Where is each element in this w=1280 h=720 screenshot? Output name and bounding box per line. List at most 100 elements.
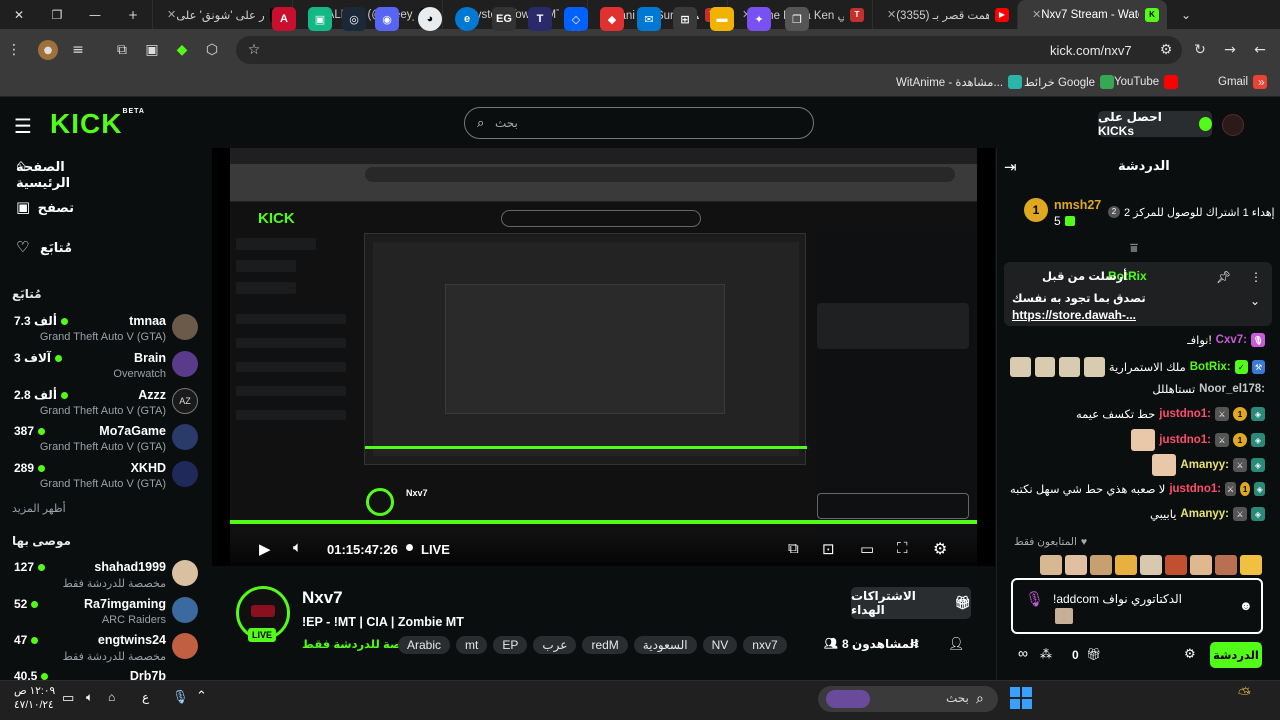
taskbar-search[interactable]: بحث ⌕	[818, 686, 998, 712]
search-input[interactable]: ⌕ بحث	[464, 107, 814, 139]
emote-shop-icon[interactable]: ⁂	[1040, 647, 1052, 661]
battery-icon[interactable]: ▭	[62, 690, 74, 706]
show-more-link[interactable]: أظهر المزيد	[12, 502, 66, 515]
tag[interactable]: عرب	[533, 636, 577, 654]
fullscreen-icon[interactable]: ⛶	[897, 540, 908, 557]
send-chat-button[interactable]: الدردشة	[1210, 642, 1262, 668]
extension-shield-icon[interactable]: ◆	[172, 40, 192, 60]
picture-in-picture-icon[interactable]: ⧉	[788, 540, 799, 557]
pin-icon[interactable]: 📌︎	[1216, 270, 1231, 284]
sidebar-channel[interactable]: 289 XKHD Grand Theft Auto V (GTA)	[12, 458, 198, 494]
emote[interactable]	[1140, 555, 1162, 575]
tab-close-icon[interactable]: ✕	[1032, 8, 1041, 21]
emote[interactable]	[1240, 555, 1262, 575]
sidebar-channel[interactable]: 3 آلاف Brain Overwatch	[12, 348, 198, 384]
expand-chevron-icon[interactable]: ⌄	[1250, 294, 1260, 308]
keyboard-language[interactable]: ع	[142, 690, 149, 704]
steam-icon[interactable]: ◎	[342, 7, 366, 31]
clip-icon[interactable]: ⊡	[822, 540, 835, 558]
theater-mode-icon[interactable]: ▭	[860, 540, 874, 558]
bookmark-witanime[interactable]: WitAnime - مشاهدة...	[896, 75, 1023, 89]
emote[interactable]	[1215, 555, 1237, 575]
sidebar-channel[interactable]: 52 Ra7imgaming ARC Raiders	[12, 594, 198, 630]
tag[interactable]: Arabic	[398, 636, 451, 654]
all-bookmarks-icon[interactable]: »	[1258, 75, 1265, 89]
task-view-icon[interactable]: ❐	[785, 7, 809, 31]
tag[interactable]: redM	[582, 636, 628, 654]
collapse-chat-icon[interactable]: ⇥	[1004, 158, 1017, 176]
tab-search-icon[interactable]: ⌄	[1167, 0, 1205, 29]
sidebar-channel[interactable]: 7.3 ألف tmnaa Grand Theft Auto V (GTA)	[12, 311, 198, 347]
play-pause-icon[interactable]: ▶	[259, 540, 271, 558]
pin-toggle-icon[interactable]: ⩸	[1130, 240, 1138, 256]
microsoft-store-icon[interactable]: ⊞	[673, 7, 697, 31]
minimize-window-icon[interactable]: —	[76, 0, 114, 29]
bookmark-youtube[interactable]: YouTube	[1114, 75, 1179, 89]
tab-close-icon[interactable]: ✕	[167, 8, 176, 21]
site-settings-icon[interactable]: ⚙	[1156, 40, 1176, 60]
nav-following[interactable]: ♡ مُتابَع	[16, 238, 196, 260]
mail-icon[interactable]: ✉	[637, 7, 661, 31]
more-options-icon[interactable]: ⋮	[1250, 270, 1262, 284]
volume-icon[interactable]: 🔈︎	[293, 539, 302, 556]
kick-logo[interactable]: KICKBETA	[50, 108, 145, 140]
network-icon[interactable]: ⌂	[108, 690, 115, 704]
adobe-app-icon[interactable]: A	[272, 7, 296, 31]
chat-input[interactable]: 🎙︎ !addcom الدكتاتوري نواف ☻	[1011, 578, 1263, 634]
discord-icon[interactable]: ◉	[375, 7, 399, 31]
emote[interactable]	[1190, 555, 1212, 575]
edge-icon[interactable]: e	[455, 7, 479, 31]
clock[interactable]: ١٢:٠٩ ص ٤٧/١٠/٢٤	[14, 684, 55, 712]
reload-icon[interactable]: ↻	[1190, 40, 1210, 60]
browser-tab[interactable]: ✕اعتر على 'شونق' على♪	[152, 0, 292, 29]
sidebar-channel[interactable]: 2.8 ألف Azzz Grand Theft Auto V (GTA) AZ	[12, 385, 198, 421]
emote[interactable]	[1065, 555, 1087, 575]
sidebar-channel[interactable]: 47 engtwins24 مخصصة للدردشة فقط	[12, 630, 198, 666]
chat-settings-icon[interactable]: ⚙	[1184, 646, 1196, 662]
microphone-icon[interactable]: 🎙︎	[172, 689, 189, 705]
dropbox-icon[interactable]: ◇	[564, 7, 588, 31]
tag[interactable]: nxv7	[743, 636, 787, 654]
get-kicks-button[interactable]: احصل على KICKs	[1098, 110, 1212, 138]
bookmark-google-maps[interactable]: خرائط Google	[1024, 75, 1115, 89]
sidebar-channel[interactable]: 387 Mo7aGame Grand Theft Auto V (GTA)	[12, 421, 198, 457]
url-text[interactable]: kick.com/nxv7	[1050, 43, 1132, 58]
add-user-icon[interactable]: 👤︎	[948, 636, 965, 652]
sidebar-channel[interactable]: 40.5 Drb7b	[12, 666, 198, 680]
pinned-link[interactable]: https://store.dawah-...	[1012, 308, 1136, 322]
bookmark-star-icon[interactable]: ☆	[244, 40, 264, 60]
extensions-icon[interactable]: ⧉	[112, 40, 132, 60]
show-hidden-icons-chevron[interactable]: ⌃	[196, 688, 207, 704]
browser-tab[interactable]: ✕(3355) داهمت قصر بـ▶	[872, 0, 1017, 29]
tag[interactable]: السعودية	[633, 636, 697, 654]
browser-tab-active[interactable]: ✕Nxv7 Stream - WatchK	[1017, 0, 1167, 29]
close-window-icon[interactable]: ✕	[0, 0, 38, 29]
emote[interactable]	[1115, 555, 1137, 575]
extension-icon[interactable]: ▣	[142, 40, 162, 60]
copilot-icon[interactable]: ✦	[747, 7, 771, 31]
nav-browse[interactable]: ▣ تصفح	[16, 198, 196, 220]
emoji-picker-icon[interactable]: ☻	[1239, 598, 1253, 613]
tag[interactable]: NV	[702, 636, 738, 654]
martyr-subscriptions-button[interactable]: الاشتراكات الهداء 🎁︎	[851, 587, 971, 619]
emote[interactable]	[1090, 555, 1112, 575]
sidebar-channel[interactable]: 127 shahad1999 مخصصة للدردشة فقط	[12, 557, 198, 593]
new-tab-button[interactable]: +	[114, 0, 152, 29]
forward-icon[interactable]: →	[1220, 40, 1240, 60]
streamer-name[interactable]: Nxv7	[302, 588, 343, 608]
app-red-icon[interactable]: ◆	[600, 7, 624, 31]
volume-icon[interactable]: 🔈︎	[86, 690, 93, 705]
extension-adblock-icon[interactable]: ⬡	[202, 40, 222, 60]
tab-close-icon[interactable]: ✕	[887, 8, 896, 21]
epic-games-icon[interactable]: EG	[492, 7, 516, 31]
settings-gear-icon[interactable]: ⚙	[933, 539, 947, 559]
media-control-icon[interactable]: ≡	[68, 40, 88, 60]
back-icon[interactable]: ←	[1250, 40, 1270, 60]
profile-avatar[interactable]: ●	[38, 40, 58, 60]
user-avatar[interactable]	[1222, 114, 1244, 136]
address-bar[interactable]	[236, 36, 1182, 64]
weather-icon[interactable]: ⛅︎	[1238, 686, 1251, 704]
tag[interactable]: EP	[493, 636, 528, 654]
file-explorer-icon[interactable]: ▬	[710, 7, 734, 31]
emote[interactable]	[1040, 555, 1062, 575]
